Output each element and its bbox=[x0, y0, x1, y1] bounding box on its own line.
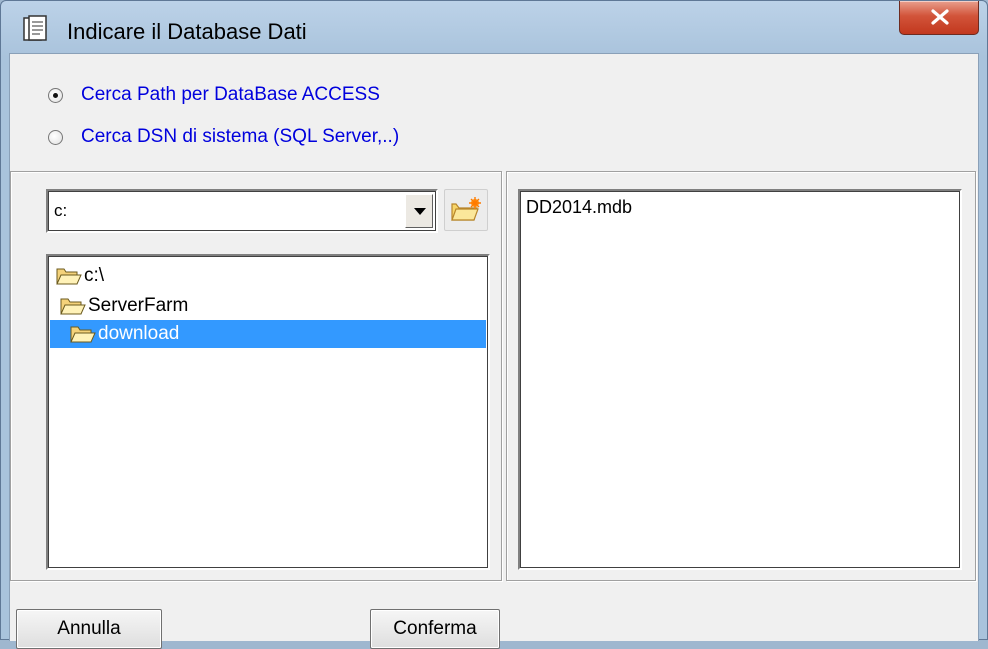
window-title: Indicare il Database Dati bbox=[67, 19, 307, 44]
folder-tree[interactable]: c:\ ServerFarm download bbox=[46, 254, 490, 570]
drive-value: c: bbox=[54, 201, 68, 220]
close-icon bbox=[931, 9, 949, 25]
tree-item[interactable]: ServerFarm bbox=[60, 292, 188, 320]
file-list[interactable]: DD2014.mdb bbox=[518, 189, 962, 570]
tree-item-selected[interactable]: download bbox=[50, 320, 486, 348]
option-access[interactable]: Cerca Path per DataBase ACCESS bbox=[48, 84, 380, 106]
dialog-window: Indicare il Database Dati Cerca Path per… bbox=[0, 0, 988, 649]
new-folder-button[interactable] bbox=[444, 189, 488, 231]
cancel-button[interactable]: Annulla bbox=[16, 609, 162, 649]
tree-item[interactable]: c:\ bbox=[56, 262, 104, 290]
close-button[interactable] bbox=[899, 1, 979, 35]
radio-dsn[interactable] bbox=[48, 129, 63, 145]
option-dsn[interactable]: Cerca DSN di sistema (SQL Server,..) bbox=[48, 126, 399, 148]
drive-combobox[interactable]: c: bbox=[46, 189, 438, 233]
tree-item-label: ServerFarm bbox=[88, 295, 189, 316]
dialog-client-area: Cerca Path per DataBase ACCESS Cerca DSN… bbox=[9, 53, 979, 649]
open-folder-icon bbox=[56, 268, 82, 285]
radio-access[interactable] bbox=[48, 87, 63, 103]
open-folder-icon bbox=[70, 326, 96, 343]
list-item[interactable]: DD2014.mdb bbox=[526, 197, 632, 218]
new-folder-icon bbox=[451, 197, 481, 221]
title-bar[interactable]: Indicare il Database Dati bbox=[1, 1, 987, 53]
tree-item-label: c:\ bbox=[84, 265, 105, 286]
chevron-down-icon[interactable] bbox=[405, 194, 433, 228]
option-access-label: Cerca Path per DataBase ACCESS bbox=[81, 84, 380, 105]
open-folder-icon bbox=[60, 298, 86, 315]
document-icon bbox=[23, 15, 47, 41]
tree-item-label: download bbox=[98, 323, 180, 344]
option-dsn-label: Cerca DSN di sistema (SQL Server,..) bbox=[81, 126, 400, 147]
confirm-button[interactable]: Conferma bbox=[370, 609, 500, 649]
